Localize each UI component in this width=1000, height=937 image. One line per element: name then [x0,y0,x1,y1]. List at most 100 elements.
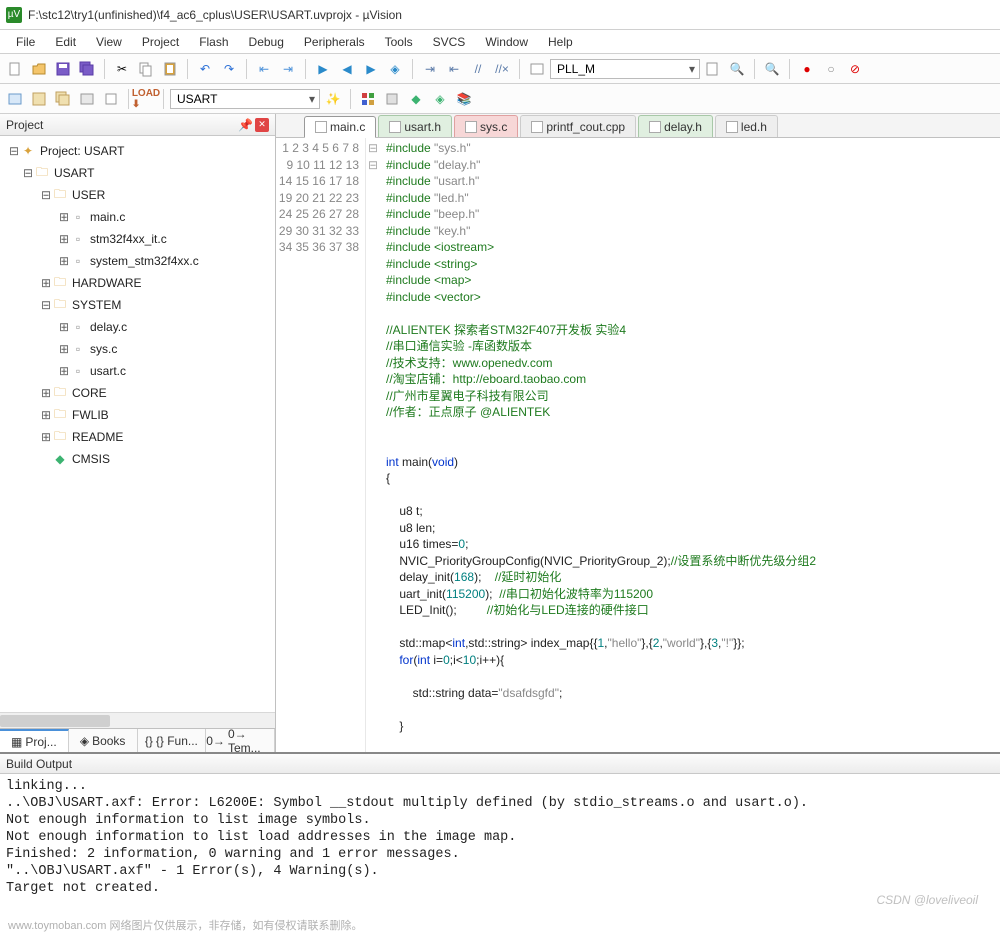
find-icon[interactable] [526,58,548,80]
collapse-icon[interactable]: ⊟ [8,144,20,158]
tree-item[interactable]: ⊟🗀USART [0,162,275,184]
tree-item[interactable]: ⊞▫system_stm32f4xx.c [0,250,275,272]
paste-icon[interactable] [159,58,181,80]
translate-icon[interactable] [4,88,26,110]
expand-icon[interactable]: ⊞ [58,342,70,356]
outdent-icon[interactable]: ⇤ [443,58,465,80]
expand-icon[interactable]: ⊞ [40,386,52,400]
find-combo[interactable]: PLL_M▾ [550,59,700,79]
save-all-icon[interactable] [76,58,98,80]
bookmark-icon[interactable]: ▶ [312,58,334,80]
code-editor[interactable]: 1 2 3 4 5 6 7 8 9 10 11 12 13 14 15 16 1… [276,138,1000,752]
file-tab[interactable]: printf_cout.cpp [520,115,636,137]
build-output-text[interactable]: linking... ..\OBJ\USART.axf: Error: L620… [0,774,1000,937]
uncomment-icon[interactable]: //× [491,58,513,80]
menu-view[interactable]: View [86,33,132,51]
bookmark-next-icon[interactable]: ▶ [360,58,382,80]
bottom-tab-0[interactable]: ▦Proj... [0,729,69,752]
file-tab[interactable]: led.h [715,115,778,137]
target-combo[interactable]: USART▾ [170,89,320,109]
nav-back-icon[interactable]: ⇤ [253,58,275,80]
tree-item[interactable]: ⊞▫sys.c [0,338,275,360]
menu-file[interactable]: File [6,33,45,51]
tree-item[interactable]: ⊞▫delay.c [0,316,275,338]
project-tree[interactable]: ⊟ ✦ Project: USART ⊟🗀USART⊟🗀USER⊞▫main.c… [0,136,275,712]
menu-debug[interactable]: Debug [239,33,294,51]
menu-window[interactable]: Window [475,33,538,51]
collapse-icon[interactable]: ⊟ [40,298,52,312]
select-packs-icon[interactable] [381,88,403,110]
menu-help[interactable]: Help [538,33,583,51]
close-icon[interactable]: ✕ [255,118,269,132]
file-tab-label: delay.h [664,120,702,134]
manage-project-icon[interactable] [357,88,379,110]
debug-icon[interactable]: 🔍 [761,58,783,80]
cut-icon[interactable]: ✂ [111,58,133,80]
tree-item[interactable]: ⊞▫stm32f4xx_it.c [0,228,275,250]
menu-peripherals[interactable]: Peripherals [294,33,375,51]
tree-item[interactable]: ⊟🗀SYSTEM [0,294,275,316]
open-file-icon[interactable] [28,58,50,80]
tree-item[interactable]: ⊞🗀FWLIB [0,404,275,426]
bottom-tab-3[interactable]: 0→0→ Tem... [206,729,275,752]
breakpoint-icon[interactable]: ● [796,58,818,80]
bookmark-clear-icon[interactable]: ◈ [384,58,406,80]
rte-icon[interactable]: ◈ [429,88,451,110]
tree-item[interactable]: ⊟🗀USER [0,184,275,206]
collapse-icon[interactable]: ⊟ [22,166,34,180]
bottom-tab-1[interactable]: ◈Books [69,729,138,752]
expand-icon[interactable]: ⊞ [40,430,52,444]
nav-fwd-icon[interactable]: ⇥ [277,58,299,80]
fold-column[interactable]: ⊟ ⊟ [366,138,380,752]
incremental-find-icon[interactable]: 🔍 [726,58,748,80]
code-content[interactable]: #include "sys.h"#include "delay.h"#inclu… [380,138,1000,752]
batch-build-icon[interactable] [76,88,98,110]
find-in-files-icon[interactable] [702,58,724,80]
options-icon[interactable]: ✨ [322,88,344,110]
file-tab[interactable]: delay.h [638,115,713,137]
tree-item[interactable]: ⊞🗀README [0,426,275,448]
menu-edit[interactable]: Edit [45,33,86,51]
expand-icon[interactable]: ⊞ [58,210,70,224]
menu-svcs[interactable]: SVCS [423,33,476,51]
menu-flash[interactable]: Flash [189,33,238,51]
rebuild-icon[interactable] [52,88,74,110]
pin-icon[interactable]: 📌 [238,118,253,132]
redo-icon[interactable]: ↷ [218,58,240,80]
build-icon[interactable] [28,88,50,110]
tree-item[interactable]: ⊞🗀HARDWARE [0,272,275,294]
bookmark-prev-icon[interactable]: ◀ [336,58,358,80]
collapse-icon[interactable]: ⊟ [40,188,52,202]
undo-icon[interactable]: ↶ [194,58,216,80]
stop-build-icon[interactable] [100,88,122,110]
file-tab[interactable]: usart.h [378,115,452,137]
expand-icon[interactable]: ⊞ [58,320,70,334]
download-icon[interactable]: LOAD⬇ [135,88,157,110]
books-icon[interactable]: 📚 [453,88,475,110]
expand-icon[interactable]: ⊞ [58,232,70,246]
file-tab[interactable]: main.c [304,116,376,138]
expand-icon[interactable]: ⊞ [58,364,70,378]
comment-icon[interactable]: // [467,58,489,80]
file-tab[interactable]: sys.c [454,115,518,137]
pack-installer-icon[interactable]: ◆ [405,88,427,110]
tree-item[interactable]: ⊞🗀CORE [0,382,275,404]
menu-project[interactable]: Project [132,33,189,51]
bottom-tab-2[interactable]: {}{} Fun... [138,729,207,752]
tree-item[interactable]: ⊞▫usart.c [0,360,275,382]
tree-item[interactable]: ⊞▫main.c [0,206,275,228]
indent-icon[interactable]: ⇥ [419,58,441,80]
project-root[interactable]: ⊟ ✦ Project: USART [0,140,275,162]
expand-icon[interactable]: ⊞ [40,276,52,290]
horizontal-scrollbar[interactable] [0,712,275,728]
scrollbar-thumb[interactable] [0,715,110,727]
expand-icon[interactable]: ⊞ [58,254,70,268]
save-icon[interactable] [52,58,74,80]
new-file-icon[interactable] [4,58,26,80]
copy-icon[interactable] [135,58,157,80]
expand-icon[interactable]: ⊞ [40,408,52,422]
menu-tools[interactable]: Tools [375,33,423,51]
disable-bp-icon[interactable]: ○ [820,58,842,80]
kill-bp-icon[interactable]: ⊘ [844,58,866,80]
tree-item[interactable]: ◆CMSIS [0,448,275,470]
